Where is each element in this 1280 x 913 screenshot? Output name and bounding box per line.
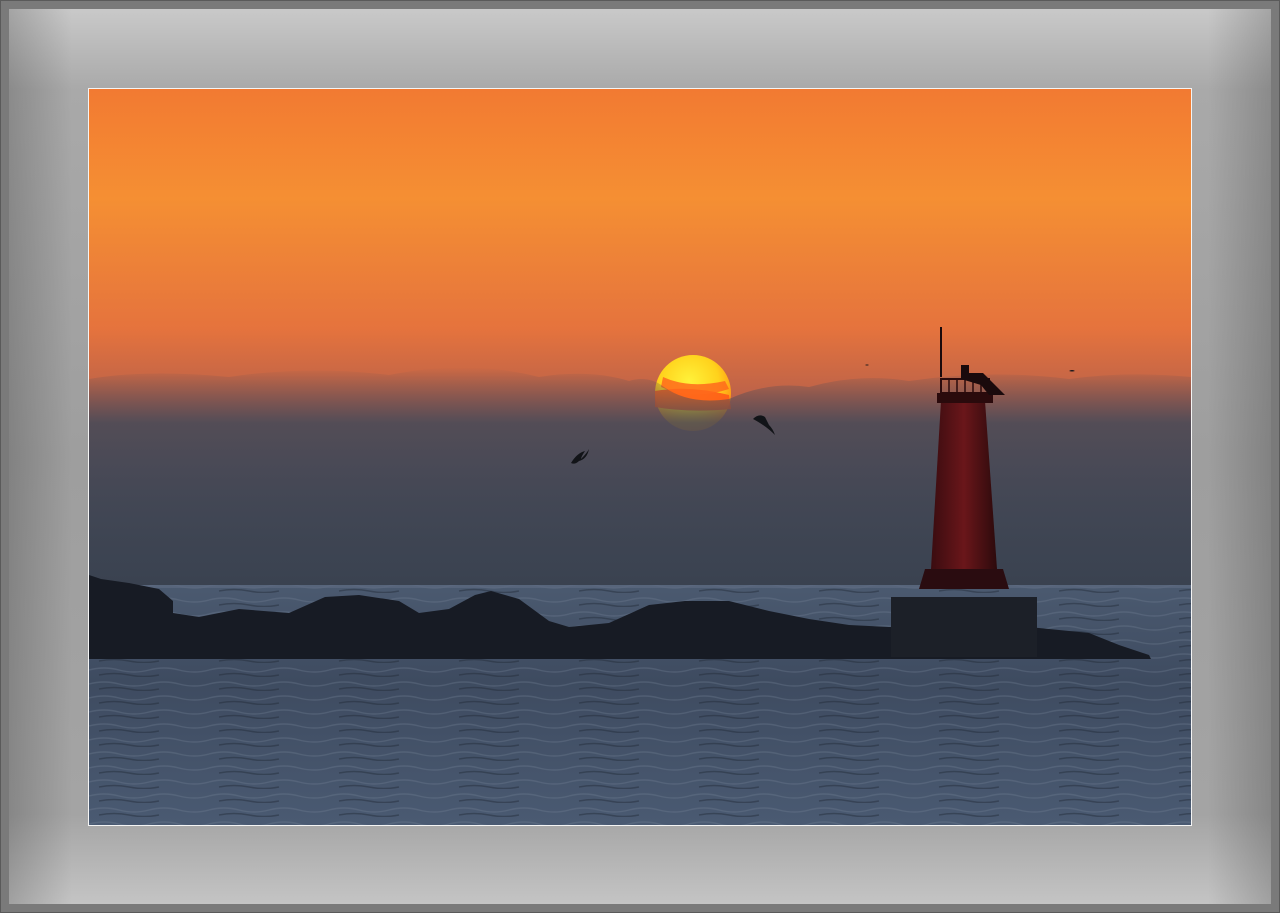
lighthouse-plinth xyxy=(919,569,1009,589)
lighthouse-gallery xyxy=(937,393,993,403)
sunset-scene xyxy=(89,89,1191,825)
horizon-line xyxy=(89,585,1191,588)
lighthouse-base xyxy=(891,597,1037,657)
sunset-photo xyxy=(88,88,1192,826)
cloud-bank xyxy=(89,367,1191,589)
